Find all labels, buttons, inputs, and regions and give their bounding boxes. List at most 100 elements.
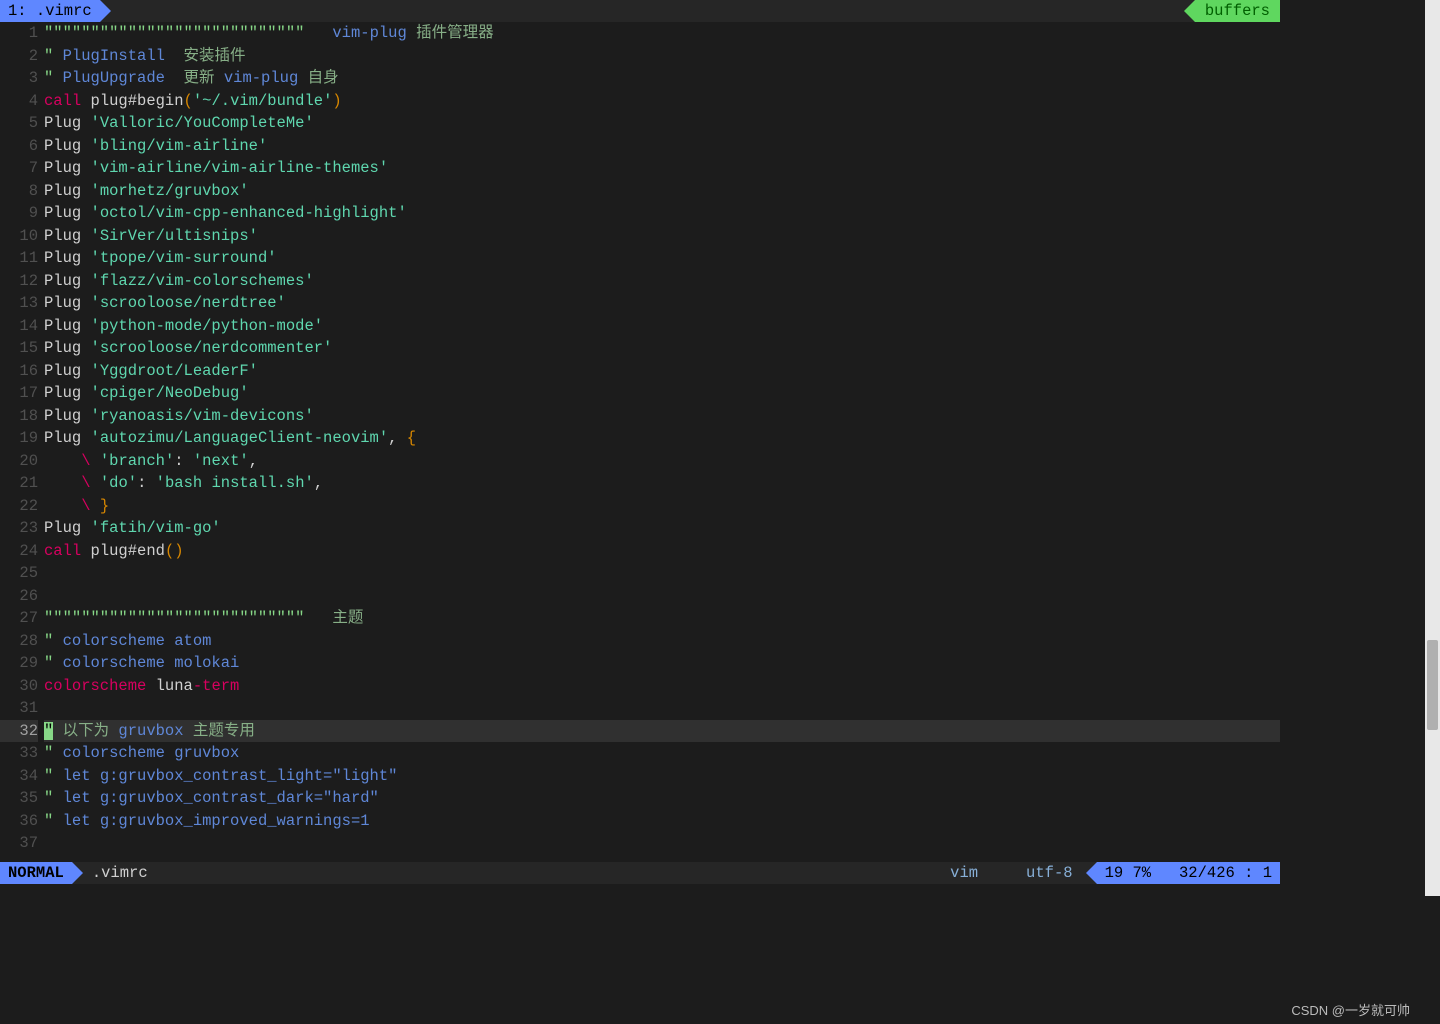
code-token: " xyxy=(44,722,53,740)
code-line[interactable]: " colorscheme molokai xyxy=(44,652,1280,675)
code-token: , xyxy=(314,474,323,492)
code-line[interactable]: " let g:gruvbox_contrast_dark="hard" xyxy=(44,787,1280,810)
line-number: 32 xyxy=(0,720,38,743)
code-line[interactable] xyxy=(44,697,1280,720)
code-line[interactable]: Plug 'scrooloose/nerdtree' xyxy=(44,292,1280,315)
buffers-indicator[interactable]: buffers xyxy=(1195,0,1280,22)
line-number: 37 xyxy=(0,832,38,855)
vertical-scrollbar[interactable] xyxy=(1425,0,1440,896)
code-line[interactable]: \ 'do': 'bash install.sh', xyxy=(44,472,1280,495)
code-token: 'bling/vim-airline' xyxy=(91,137,268,155)
code-line[interactable]: call plug#begin('~/.vim/bundle') xyxy=(44,90,1280,113)
code-token: 'scrooloose/nerdtree' xyxy=(91,294,286,312)
code-content[interactable]: """""""""""""""""""""""""""" vim-plug 插件… xyxy=(44,22,1280,874)
code-token: 'flazz/vim-colorschemes' xyxy=(91,272,314,290)
code-token: Plug xyxy=(44,362,91,380)
code-token: " xyxy=(44,812,63,830)
code-token: " xyxy=(44,789,63,807)
code-line[interactable]: Plug 'Valloric/YouCompleteMe' xyxy=(44,112,1280,135)
buffer-tab[interactable]: 1: .vimrc xyxy=(0,0,100,22)
code-line[interactable] xyxy=(44,562,1280,585)
code-token: Plug xyxy=(44,227,91,245)
code-token xyxy=(91,497,100,515)
code-line[interactable]: Plug 'cpiger/NeoDebug' xyxy=(44,382,1280,405)
code-line[interactable]: Plug 'autozimu/LanguageClient-neovim', { xyxy=(44,427,1280,450)
code-line[interactable]: " let g:gruvbox_improved_warnings=1 xyxy=(44,810,1280,833)
line-number: 12 xyxy=(0,270,38,293)
code-line[interactable]: \ } xyxy=(44,495,1280,518)
code-token: : xyxy=(174,452,193,470)
code-token: 'cpiger/NeoDebug' xyxy=(91,384,249,402)
line-number: 31 xyxy=(0,697,38,720)
code-line[interactable] xyxy=(44,832,1280,855)
code-line[interactable]: colorscheme luna-term xyxy=(44,675,1280,698)
code-line[interactable]: Plug 'SirVer/ultisnips' xyxy=(44,225,1280,248)
code-line[interactable]: Plug 'python-mode/python-mode' xyxy=(44,315,1280,338)
code-token: " xyxy=(44,632,63,650)
line-number: 7 xyxy=(0,157,38,180)
code-line[interactable]: " colorscheme atom xyxy=(44,630,1280,653)
code-token: 以下为 xyxy=(53,722,118,740)
code-token: let g:gruvbox_contrast_dark="hard" xyxy=(63,789,379,807)
line-number: 27 xyxy=(0,607,38,630)
line-number: 35 xyxy=(0,787,38,810)
code-token: 主题 xyxy=(304,609,363,627)
code-line[interactable]: Plug 'scrooloose/nerdcommenter' xyxy=(44,337,1280,360)
code-line[interactable]: Plug 'morhetz/gruvbox' xyxy=(44,180,1280,203)
code-line[interactable]: """""""""""""""""""""""""""" vim-plug 插件… xyxy=(44,22,1280,45)
filetype-indicator: vim xyxy=(926,862,1002,885)
code-token: " xyxy=(44,47,63,65)
code-token: 插件管理器 xyxy=(416,24,494,42)
encoding-text: utf-8 xyxy=(1026,864,1073,882)
code-token: Plug xyxy=(44,204,91,222)
code-token: 'fatih/vim-go' xyxy=(91,519,221,537)
position-text: 32/426 : 1 xyxy=(1179,862,1272,885)
code-token: let g:gruvbox_contrast_light="light" xyxy=(63,767,398,785)
code-line[interactable]: Plug 'vim-airline/vim-airline-themes' xyxy=(44,157,1280,180)
code-token: Plug xyxy=(44,137,91,155)
code-line[interactable]: " PlugInstall 安装插件 xyxy=(44,45,1280,68)
code-line[interactable]: " let g:gruvbox_contrast_light="light" xyxy=(44,765,1280,788)
code-line[interactable]: \ 'branch': 'next', xyxy=(44,450,1280,473)
code-token: 主题专用 xyxy=(184,722,255,740)
filename-indicator: .vimrc xyxy=(72,862,156,885)
code-token: 'morhetz/gruvbox' xyxy=(91,182,249,200)
code-token: -term xyxy=(193,677,240,695)
code-line[interactable]: Plug 'flazz/vim-colorschemes' xyxy=(44,270,1280,293)
code-token: 'scrooloose/nerdcommenter' xyxy=(91,339,333,357)
line-number-gutter: 1234567891011121314151617181920212223242… xyxy=(0,22,44,874)
line-number: 23 xyxy=(0,517,38,540)
filetype-text: vim xyxy=(950,864,978,882)
code-token: Plug xyxy=(44,159,91,177)
code-line[interactable]: " colorscheme gruvbox xyxy=(44,742,1280,765)
code-token xyxy=(91,452,100,470)
code-token: Plug xyxy=(44,182,91,200)
code-line[interactable] xyxy=(44,585,1280,608)
code-area[interactable]: 1234567891011121314151617181920212223242… xyxy=(0,22,1280,874)
line-number: 20 xyxy=(0,450,38,473)
code-token xyxy=(304,24,332,42)
code-token: 更新 xyxy=(165,69,224,87)
code-line[interactable]: Plug 'Yggdroot/LeaderF' xyxy=(44,360,1280,383)
code-line[interactable]: Plug 'bling/vim-airline' xyxy=(44,135,1280,158)
code-line[interactable]: Plug 'octol/vim-cpp-enhanced-highlight' xyxy=(44,202,1280,225)
code-line[interactable]: Plug 'fatih/vim-go' xyxy=(44,517,1280,540)
code-token: ) xyxy=(332,92,341,110)
code-token: Plug xyxy=(44,249,91,267)
code-line[interactable]: Plug 'tpope/vim-surround' xyxy=(44,247,1280,270)
line-number: 33 xyxy=(0,742,38,765)
code-line[interactable]: " PlugUpgrade 更新 vim-plug 自身 xyxy=(44,67,1280,90)
statusline: NORMAL .vimrc vim utf-8 19 7% 32/426 : 1 xyxy=(0,862,1280,884)
code-token: () xyxy=(165,542,184,560)
line-number: 29 xyxy=(0,652,38,675)
code-line[interactable]: Plug 'ryanoasis/vim-devicons' xyxy=(44,405,1280,428)
code-line[interactable]: " 以下为 gruvbox 主题专用 xyxy=(44,720,1280,743)
code-line[interactable]: """""""""""""""""""""""""""" 主题 xyxy=(44,607,1280,630)
code-token: " xyxy=(44,767,63,785)
scrollbar-thumb[interactable] xyxy=(1427,640,1438,730)
code-line[interactable]: call plug#end() xyxy=(44,540,1280,563)
line-number: 1 xyxy=(0,22,38,45)
line-number: 17 xyxy=(0,382,38,405)
code-token: 'tpope/vim-surround' xyxy=(91,249,277,267)
code-token: PlugInstall xyxy=(63,47,165,65)
